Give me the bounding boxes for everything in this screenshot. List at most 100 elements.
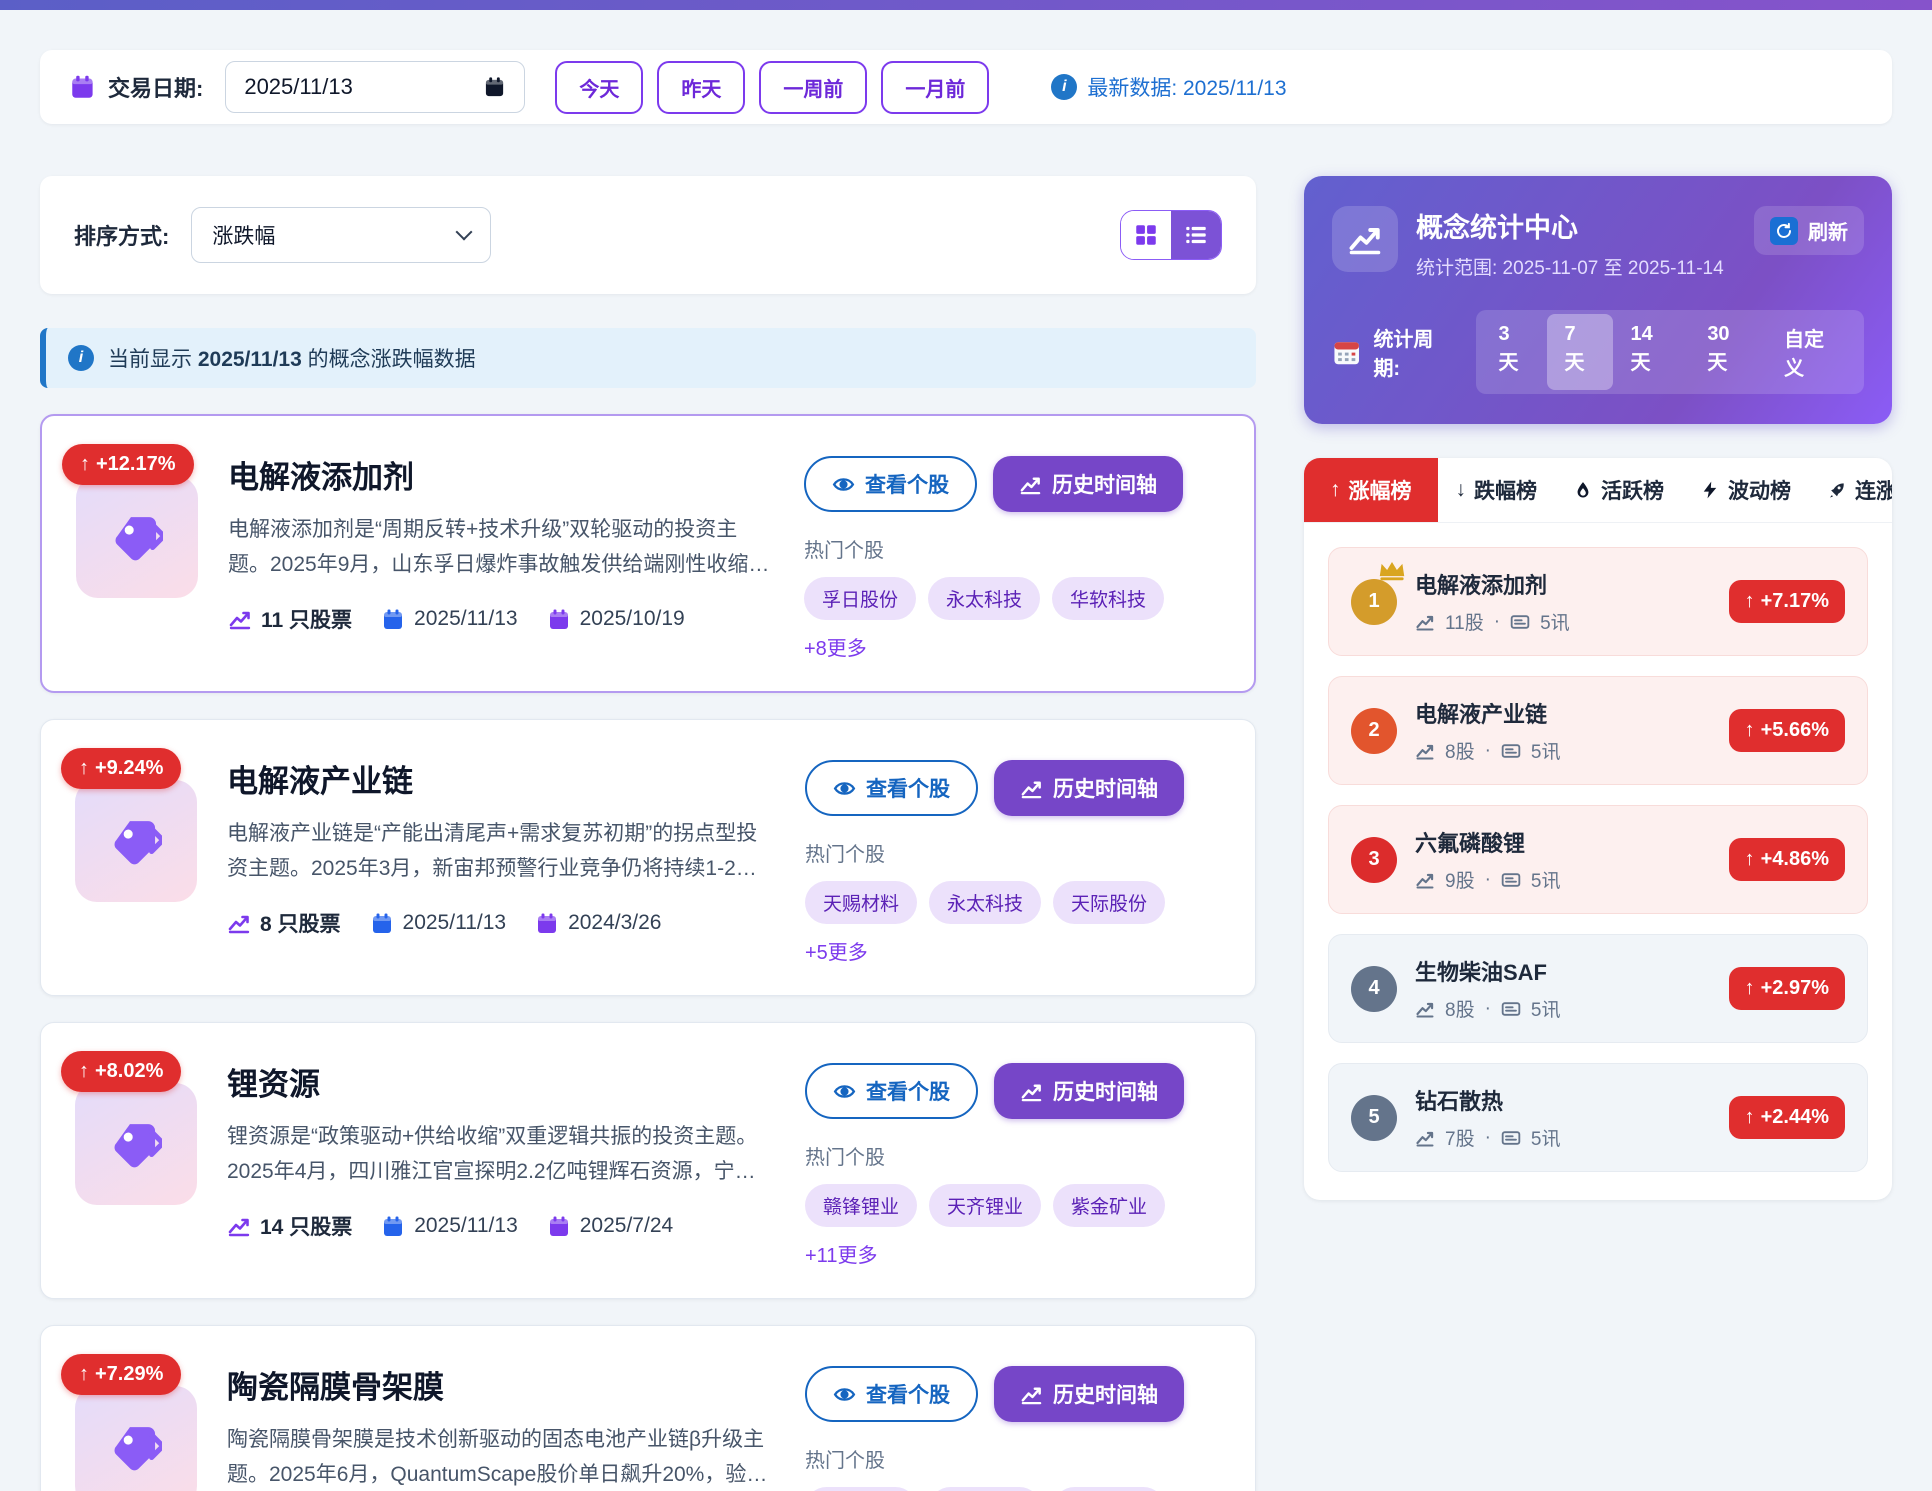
stock-chip[interactable]: 赣锋锂业 — [805, 1184, 917, 1227]
concept-body: 电解液添加剂 电解液添加剂是“周期反转+技术升级”双轮驱动的投资主题。2025年… — [228, 450, 774, 661]
tab-active[interactable]: 活跃榜 — [1555, 458, 1682, 522]
stock-chip[interactable]: 东峰集团 — [1053, 1487, 1165, 1491]
period-3d[interactable]: 3天 — [1480, 314, 1546, 390]
grid-icon — [1133, 222, 1159, 248]
up-arrow-icon: ↑ — [79, 1060, 89, 1083]
stock-chip[interactable]: 永太科技 — [928, 577, 1040, 620]
tab-streak[interactable]: 连涨榜 — [1809, 458, 1892, 522]
concept-card[interactable]: ↑+12.17% 电解液添加剂 电解液添加剂是“周期反转+技术升级”双轮驱动的投… — [40, 414, 1256, 693]
stock-chip[interactable]: 天齐锂业 — [929, 1184, 1041, 1227]
more-stocks-link[interactable]: +5更多 — [805, 936, 868, 965]
change-badge: ↑+12.17% — [62, 444, 194, 485]
down-arrow-icon: ↓ — [1456, 478, 1467, 502]
concept-thumb: ↑+7.29% — [75, 1360, 197, 1491]
yesterday-button[interactable]: 昨天 — [657, 61, 745, 114]
stock-chip[interactable]: 星源材质 — [805, 1487, 917, 1491]
tag-icon — [110, 815, 162, 867]
top-accent-bar — [0, 0, 1932, 10]
view-stocks-button[interactable]: 查看个股 — [805, 1063, 978, 1119]
rank-meta: 9股· 5讯 — [1415, 866, 1711, 893]
ranking-row[interactable]: 1 电解液添加剂 11股· 5讯 ↑+7.17% — [1328, 547, 1868, 656]
period-14d[interactable]: 14天 — [1613, 314, 1690, 390]
start-date: 2025/7/24 — [580, 1214, 673, 1238]
view-stocks-button[interactable]: 查看个股 — [805, 1366, 978, 1422]
history-timeline-button[interactable]: 历史时间轴 — [994, 760, 1184, 816]
tab-losers[interactable]: ↓ 跌幅榜 — [1438, 458, 1556, 522]
stock-chip[interactable]: 天赐材料 — [805, 881, 917, 924]
tab-gainers[interactable]: ↑ 涨幅榜 — [1304, 458, 1438, 522]
history-timeline-button[interactable]: 历史时间轴 — [993, 456, 1183, 512]
stock-chart-icon — [1415, 870, 1435, 890]
stats-chart-icon-box — [1332, 206, 1398, 272]
history-timeline-button[interactable]: 历史时间轴 — [994, 1366, 1184, 1422]
info-icon: i — [68, 345, 94, 371]
hot-stock-chips: 天赐材料 永太科技 天际股份 +5更多 — [805, 881, 1225, 965]
latest-date: 2025/11/13 — [403, 911, 507, 935]
concept-description: 电解液产业链是“产能出清尾声+需求复苏初期”的拐点型投资主题。2025年3月，新… — [227, 817, 775, 886]
period-7d[interactable]: 7天 — [1547, 314, 1613, 390]
view-stocks-button[interactable]: 查看个股 — [804, 456, 977, 512]
rank-title: 电解液添加剂 — [1415, 568, 1711, 600]
period-30d[interactable]: 30天 — [1689, 314, 1766, 390]
view-stocks-button[interactable]: 查看个股 — [805, 760, 978, 816]
sort-select[interactable]: 涨跌幅 — [191, 207, 491, 263]
stock-chip[interactable]: 紫金矿业 — [1053, 1184, 1165, 1227]
history-timeline-button[interactable]: 历史时间轴 — [994, 1063, 1184, 1119]
trade-date-input[interactable]: 2025/11/13 — [225, 61, 525, 113]
period-row: 统计周期: 3天 7天 14天 30天 自定义 — [1332, 310, 1864, 394]
concept-card[interactable]: ↑+9.24% 电解液产业链 电解液产业链是“产能出清尾声+需求复苏初期”的拐点… — [40, 719, 1256, 996]
news-icon — [1501, 741, 1521, 761]
view-toggle — [1120, 210, 1222, 260]
stock-chip[interactable]: 佛塑科技 — [929, 1487, 1041, 1491]
sort-selected-value: 涨跌幅 — [212, 220, 275, 250]
concept-meta: 8 只股票 2025/11/13 2024/3/26 — [227, 908, 775, 938]
stock-chip[interactable]: 天际股份 — [1053, 881, 1165, 924]
stock-chip[interactable]: 孚日股份 — [804, 577, 916, 620]
ranking-row[interactable]: 2 电解液产业链 8股· 5讯 ↑+5.66% — [1328, 676, 1868, 785]
timeline-chart-icon — [1020, 1383, 1043, 1406]
timeline-chart-icon — [1020, 777, 1043, 800]
more-stocks-link[interactable]: +11更多 — [805, 1239, 877, 1268]
crown-icon — [1377, 559, 1407, 581]
up-arrow-icon: ↑ — [1745, 1106, 1755, 1129]
concept-thumb: ↑+8.02% — [75, 1057, 197, 1268]
refresh-button[interactable]: 刷新 — [1754, 206, 1864, 255]
rank-meta: 7股· 5讯 — [1415, 1124, 1711, 1151]
grid-view-button[interactable] — [1121, 211, 1171, 259]
list-view-button[interactable] — [1171, 211, 1221, 259]
ranking-row[interactable]: 5 钻石散热 7股· 5讯 ↑+2.44% — [1328, 1063, 1868, 1172]
rank-title: 电解液产业链 — [1415, 697, 1711, 729]
concept-body: 陶瓷隔膜骨架膜 陶瓷隔膜骨架膜是技术创新驱动的固态电池产业链β升级主题。2025… — [227, 1360, 775, 1491]
ranking-row[interactable]: 4 生物柴油SAF 8股· 5讯 ↑+2.97% — [1328, 934, 1868, 1043]
quick-date-buttons: 今天 昨天 一周前 一月前 — [555, 61, 989, 114]
trade-date-label: 交易日期: — [108, 71, 203, 103]
concept-body: 电解液产业链 电解液产业链是“产能出清尾声+需求复苏初期”的拐点型投资主题。20… — [227, 754, 775, 965]
tag-icon — [111, 511, 163, 563]
concept-description: 锂资源是“政策驱动+供给收缩”双重逻辑共振的投资主题。2025年4月，四川雅江官… — [227, 1120, 775, 1189]
concept-card[interactable]: ↑+7.29% 陶瓷隔膜骨架膜 陶瓷隔膜骨架膜是技术创新驱动的固态电池产业链β升… — [40, 1325, 1256, 1491]
period-options: 3天 7天 14天 30天 自定义 — [1476, 310, 1864, 394]
stock-chip[interactable]: 华软科技 — [1052, 577, 1164, 620]
rank-title: 生物柴油SAF — [1415, 955, 1711, 987]
rank-number: 4 — [1351, 966, 1397, 1012]
latest-data-indicator: i 最新数据: 2025/11/13 — [1051, 72, 1286, 102]
today-button[interactable]: 今天 — [555, 61, 643, 114]
concept-thumb: ↑+12.17% — [76, 450, 198, 661]
stats-center-panel: 概念统计中心 统计范围: 2025-11-07 至 2025-11-14 刷新 … — [1304, 176, 1892, 424]
list-icon — [1183, 222, 1209, 248]
more-stocks-link[interactable]: +8更多 — [804, 632, 867, 661]
ranking-list: 1 电解液添加剂 11股· 5讯 ↑+7.17% — [1304, 523, 1892, 1200]
ranking-row[interactable]: 3 六氟磷酸锂 9股· 5讯 ↑+4.86% — [1328, 805, 1868, 914]
stock-chip[interactable]: 永太科技 — [929, 881, 1041, 924]
period-custom[interactable]: 自定义 — [1766, 314, 1860, 390]
month-ago-button[interactable]: 一月前 — [881, 61, 989, 114]
page: 交易日期: 2025/11/13 今天 昨天 一周前 一月前 i 最新数据: 2… — [0, 10, 1932, 1491]
date-picker-icon[interactable] — [484, 76, 506, 98]
stock-chart-icon — [227, 911, 251, 935]
concept-card[interactable]: ↑+8.02% 锂资源 锂资源是“政策驱动+供给收缩”双重逻辑共振的投资主题。2… — [40, 1022, 1256, 1299]
eye-icon — [832, 473, 855, 496]
sort-card: 排序方式: 涨跌幅 — [40, 176, 1256, 294]
banner-date: 2025/11/13 — [198, 348, 302, 371]
week-ago-button[interactable]: 一周前 — [759, 61, 867, 114]
tab-volatility[interactable]: 波动榜 — [1682, 458, 1809, 522]
